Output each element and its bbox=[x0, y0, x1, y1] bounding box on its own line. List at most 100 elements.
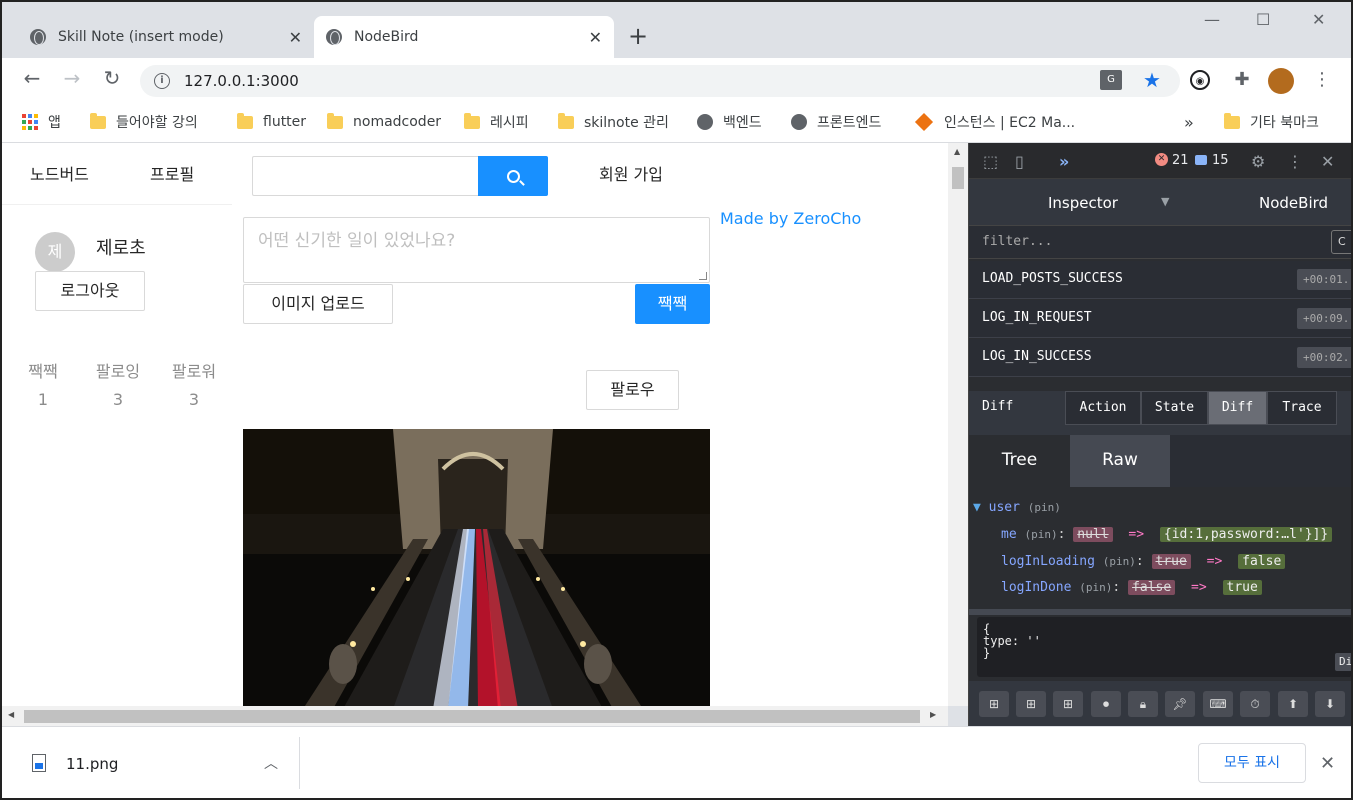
log-icon[interactable]: ⊞ bbox=[1016, 691, 1046, 717]
close-shelf-icon[interactable]: ✕ bbox=[1320, 753, 1335, 774]
scrollbar-thumb[interactable] bbox=[952, 167, 964, 189]
bookmark-folder[interactable]: 들어야할 강의 bbox=[90, 111, 198, 133]
scrollbar-thumb[interactable] bbox=[24, 710, 920, 723]
code-line: } bbox=[983, 646, 991, 660]
pause-recording-icon[interactable]: ⏺ bbox=[1091, 691, 1121, 717]
download-filename[interactable]: 11.png bbox=[66, 755, 118, 773]
devtools-menu-icon[interactable]: ⋮ bbox=[1287, 152, 1303, 171]
other-bookmarks[interactable]: 기타 북마크 bbox=[1224, 111, 1319, 133]
lock-icon[interactable]: 🔒︎ bbox=[1128, 691, 1158, 717]
dispatcher-keyboard-icon[interactable]: ⌨ bbox=[1203, 691, 1233, 717]
post-image[interactable] bbox=[243, 429, 710, 706]
address-bar[interactable]: i 127.0.0.1:3000 bbox=[140, 65, 1180, 97]
pin-label[interactable]: (pin) bbox=[1079, 581, 1112, 594]
menu-profile-link[interactable]: 프로필 bbox=[150, 161, 194, 185]
more-tabs-icon[interactable]: » bbox=[1059, 152, 1069, 171]
bookmark-folder[interactable]: skilnote 관리 bbox=[558, 111, 669, 133]
reload-icon[interactable]: ↻ bbox=[100, 66, 124, 90]
bookmark-folder[interactable]: flutter bbox=[237, 111, 306, 133]
tab-raw[interactable]: Raw bbox=[1070, 435, 1170, 487]
export-upload-icon[interactable]: ⬆ bbox=[1278, 691, 1308, 717]
tab-diff[interactable]: Diff bbox=[1208, 391, 1267, 425]
element-picker-icon[interactable]: ⬚ bbox=[983, 152, 998, 171]
extensions-puzzle-icon[interactable]: ✚ bbox=[1232, 70, 1252, 90]
bookmark-link[interactable]: 프론트엔드 bbox=[791, 111, 881, 133]
menu-home-link[interactable]: 노드버드 bbox=[30, 161, 89, 185]
menu-signup-link[interactable]: 회원 가입 bbox=[599, 161, 663, 185]
splitter-handle[interactable] bbox=[969, 609, 1351, 615]
pin-label[interactable]: (pin) bbox=[1024, 528, 1057, 541]
new-tab-button[interactable]: + bbox=[628, 24, 648, 48]
show-all-button[interactable]: 모두 표시 bbox=[1198, 743, 1306, 783]
diff-arrow: => bbox=[1206, 554, 1223, 569]
made-by-link[interactable]: Made by ZeroCho bbox=[720, 209, 861, 228]
chevron-down-icon[interactable]: ▼ bbox=[1161, 195, 1169, 208]
minimize-icon[interactable]: — bbox=[1204, 10, 1220, 29]
forward-icon[interactable]: → bbox=[60, 66, 84, 90]
settings-gear-icon[interactable]: ⚙ bbox=[1251, 152, 1265, 171]
chevron-up-icon[interactable]: ︿ bbox=[264, 753, 278, 773]
dispatcher-editor[interactable]: { type: '' } Di bbox=[977, 617, 1351, 677]
maximize-icon[interactable]: ☐ bbox=[1256, 10, 1270, 29]
tab-state[interactable]: State bbox=[1141, 391, 1208, 425]
bookmark-link[interactable]: 백엔드 bbox=[697, 111, 762, 133]
timer-icon[interactable]: ⏱ bbox=[1240, 691, 1270, 717]
vertical-scrollbar[interactable]: ▲ bbox=[948, 143, 968, 706]
new-value: true bbox=[1222, 580, 1262, 595]
pin-label[interactable]: (pin) bbox=[1103, 555, 1136, 568]
search-button[interactable] bbox=[478, 156, 548, 196]
profile-avatar-icon[interactable] bbox=[1268, 68, 1294, 94]
bookmark-label: nomadcoder bbox=[353, 114, 442, 130]
folder-icon bbox=[90, 112, 106, 129]
inspector-select[interactable]: Inspector bbox=[1048, 194, 1118, 212]
submit-post-button[interactable]: 짹짹 bbox=[635, 284, 710, 324]
tab-trace[interactable]: Trace bbox=[1267, 391, 1337, 425]
back-icon[interactable]: ← bbox=[20, 66, 44, 90]
follow-button[interactable]: 팔로우 bbox=[586, 370, 679, 410]
star-bookmark-icon[interactable]: ★ bbox=[1142, 70, 1162, 90]
scroll-right-icon[interactable]: ▶ bbox=[930, 710, 936, 719]
search-input[interactable] bbox=[252, 156, 478, 196]
window-close-icon[interactable]: ✕ bbox=[1312, 10, 1325, 29]
scroll-up-icon[interactable]: ▲ bbox=[954, 147, 960, 156]
more-bookmarks-button[interactable]: » bbox=[1184, 111, 1194, 133]
devtools-close-icon[interactable]: ✕ bbox=[1321, 152, 1334, 171]
logout-button[interactable]: 로그아웃 bbox=[35, 271, 145, 311]
tab-nodebird[interactable]: NodeBird ✕ bbox=[314, 16, 614, 58]
translate-icon[interactable]: G bbox=[1100, 70, 1122, 90]
resize-handle-icon[interactable] bbox=[699, 272, 707, 280]
bookmark-label: 앱 bbox=[48, 115, 61, 131]
close-tab-icon[interactable]: ✕ bbox=[589, 28, 602, 47]
expand-triangle-icon[interactable]: ▼ bbox=[973, 500, 981, 515]
close-tab-icon[interactable]: ✕ bbox=[289, 28, 302, 47]
error-count[interactable]: 21 bbox=[1172, 153, 1189, 168]
bookmark-folder[interactable]: nomadcoder bbox=[327, 111, 441, 133]
tree-root[interactable]: ▼ user (pin) bbox=[973, 497, 1061, 519]
commit-button[interactable]: C bbox=[1331, 230, 1351, 254]
dispatch-button[interactable]: Di bbox=[1335, 653, 1351, 671]
menu-kebab-icon[interactable]: ⋮ bbox=[1312, 70, 1332, 90]
pin-label[interactable]: (pin) bbox=[1028, 501, 1061, 514]
bookmark-link[interactable]: 인스턴스 | EC2 Ma... bbox=[914, 111, 1075, 133]
post-textarea[interactable]: 어떤 신기한 일이 있었나요? bbox=[243, 217, 710, 283]
action-row[interactable]: LOAD_POSTS_SUCCESS +00:01. bbox=[969, 261, 1351, 299]
tab-action[interactable]: Action bbox=[1065, 391, 1141, 425]
import-download-icon[interactable]: ⬇ bbox=[1315, 691, 1345, 717]
device-toggle-icon[interactable]: ▯ bbox=[1015, 152, 1024, 171]
action-row[interactable]: LOG_IN_REQUEST +00:09. bbox=[969, 300, 1351, 338]
horizontal-scrollbar[interactable]: ◀ ▶ bbox=[2, 706, 948, 726]
persist-pin-icon[interactable]: 📌︎ bbox=[1165, 691, 1195, 717]
tab-tree[interactable]: Tree bbox=[969, 435, 1070, 487]
scroll-left-icon[interactable]: ◀ bbox=[8, 710, 14, 719]
image-upload-button[interactable]: 이미지 업로드 bbox=[243, 284, 393, 324]
site-info-icon[interactable]: i bbox=[154, 73, 170, 89]
chart-icon[interactable]: ⊞ bbox=[979, 691, 1009, 717]
bookmark-folder[interactable]: 레시피 bbox=[464, 111, 529, 133]
message-count[interactable]: 15 bbox=[1212, 153, 1229, 168]
tab-skill-note[interactable]: Skill Note (insert mode) ✕ bbox=[18, 16, 314, 58]
media-icon[interactable]: ◉ bbox=[1190, 70, 1210, 90]
action-row[interactable]: LOG_IN_SUCCESS +00:02. bbox=[969, 339, 1351, 377]
bookmark-apps[interactable]: 앱 bbox=[22, 111, 61, 133]
action-filter[interactable]: filter... C bbox=[969, 225, 1351, 259]
inspector-icon[interactable]: ⊞ bbox=[1053, 691, 1083, 717]
